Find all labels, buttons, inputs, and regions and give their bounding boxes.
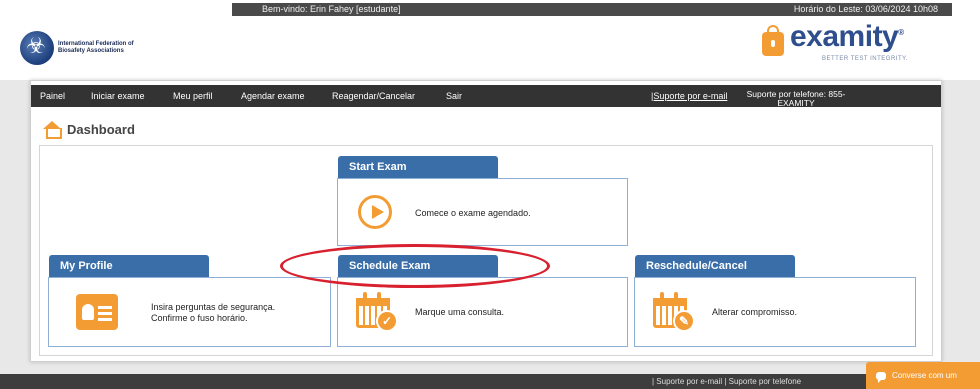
chat-button-label: Converse com um <box>892 371 957 380</box>
schedule-exam-card[interactable]: ✓ Marque uma consulta. <box>337 277 628 347</box>
start-exam-card[interactable]: Comece o exame agendado. <box>337 178 628 246</box>
calendar-edit-icon: ✎ <box>653 292 695 332</box>
welcome-text: Bem-vindo: Erin Fahey [estudante] <box>262 4 401 14</box>
support-phone-text: Suporte por telefone: 855-EXAMITY <box>746 89 846 108</box>
nav-meu-perfil[interactable]: Meu perfil <box>173 85 213 107</box>
brand-tagline: BETTER TEST INTEGRITY. <box>822 56 909 62</box>
brand-name: examity® <box>790 20 904 54</box>
start-exam-tab[interactable]: Start Exam <box>338 156 498 178</box>
time-text: Horário do Leste: 03/06/2024 10h08 <box>793 4 938 14</box>
nav-reagendar-cancelar[interactable]: Reagendar/Cancelar <box>332 85 415 107</box>
start-exam-text: Comece o exame agendado. <box>415 208 531 218</box>
nav-painel[interactable]: Painel <box>40 85 65 107</box>
play-icon <box>358 195 392 229</box>
support-email-link[interactable]: |Suporte por e-mail <box>651 85 727 107</box>
my-profile-card[interactable]: Insira perguntas de segurança. Confirme … <box>48 277 331 347</box>
header: International Federation of Biosafety As… <box>0 16 980 80</box>
org-logo: International Federation of Biosafety As… <box>20 22 160 74</box>
org-name: International Federation of Biosafety As… <box>58 41 134 54</box>
page-title-text: Dashboard <box>67 121 135 137</box>
nav-iniciar-exame[interactable]: Iniciar exame <box>91 85 145 107</box>
reschedule-cancel-text: Alterar compromisso. <box>712 307 798 317</box>
footer-bar: | Suporte por e-mail | Suporte por telef… <box>0 374 980 389</box>
brand-mark: ® <box>898 28 904 37</box>
brand-text: examity <box>790 20 899 53</box>
highlight-annotation <box>280 244 550 288</box>
reschedule-cancel-tab[interactable]: Reschedule/Cancel <box>635 255 795 277</box>
reschedule-cancel-card[interactable]: ✎ Alterar compromisso. <box>634 277 916 347</box>
my-profile-text-line1: Insira perguntas de segurança. <box>151 302 276 312</box>
chat-bubble-icon <box>876 371 886 383</box>
nav-bar: Painel Iniciar exame Meu perfil Agendar … <box>31 85 941 108</box>
schedule-exam-text: Marque uma consulta. <box>415 307 505 317</box>
nav-sair[interactable]: Sair <box>446 85 462 107</box>
my-profile-tab[interactable]: My Profile <box>49 255 209 277</box>
chat-button[interactable]: Converse com um <box>866 362 980 389</box>
page-title: Dashboard <box>43 121 135 139</box>
nav-agendar-exame[interactable]: Agendar exame <box>241 85 305 107</box>
my-profile-text-line2: Confirme o fuso horário. <box>151 313 248 323</box>
examity-logo: examity® BETTER TEST INTEGRITY. <box>762 20 942 66</box>
calendar-check-icon: ✓ <box>356 292 398 332</box>
biohazard-globe-icon <box>20 31 54 65</box>
welcome-bar: Bem-vindo: Erin Fahey [estudante] Horári… <box>232 3 952 16</box>
lock-icon <box>762 25 784 56</box>
id-card-icon <box>76 294 118 330</box>
footer-support-links[interactable]: | Suporte por e-mail | Suporte por telef… <box>652 374 801 389</box>
home-icon <box>43 121 62 139</box>
